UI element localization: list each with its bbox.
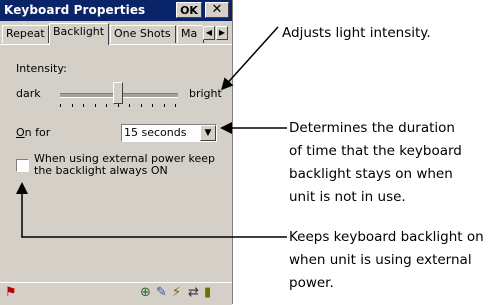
on-for-selected-value: 15 seconds [124,126,187,139]
slider-tick [175,104,176,107]
start-flag-icon[interactable]: ⚑ [5,286,17,300]
duration-annotation-line-3: backlight stays on when [289,166,453,182]
duration-annotation-line-1: Determines the duration [289,120,455,136]
on-for-label: On for [16,126,51,139]
duration-annotation-line-4: unit is not in use. [289,189,406,205]
external-annotation-line-3: power. [289,275,334,291]
intensity-label: Intensity: [16,62,67,75]
intensity-max-label: bright [189,87,222,100]
tab-repeat[interactable]: Repeat [2,25,49,43]
chevron-down-icon[interactable]: ▼ [200,125,216,141]
external-annotation-line-2: when unit is using external [289,252,472,268]
slider-tick [106,104,107,107]
slider-tick [83,104,84,107]
slider-tick [117,104,119,107]
close-button[interactable]: ✕ [205,2,229,18]
slider-tick [94,104,96,107]
slider-tick [129,104,130,107]
slider-tick [152,104,153,107]
tab-scroll-left-icon[interactable]: ◀ [203,26,215,40]
on-for-dropdown[interactable]: 15 seconds ▼ [121,124,217,142]
tab-scroll-right-icon[interactable]: ▶ [216,26,228,40]
intensity-min-label: dark [16,87,41,100]
duration-annotation-line-2: of time that the keyboard [289,143,462,159]
tab-one-shots[interactable]: One Shots [110,25,176,43]
power-icon[interactable]: ⚡ [172,286,181,300]
tab-backlight[interactable]: Backlight [49,23,109,45]
title-bar: Keyboard Properties OK ✕ [0,0,232,21]
slider-tick [71,104,73,107]
slider-tick [140,104,142,107]
network-icon[interactable]: ⊕ [140,286,151,300]
window-title: Keyboard Properties [4,3,146,17]
intensity-slider-ticks [60,104,180,108]
keyboard-properties-window: Keyboard Properties OK ✕ Repeat Backligh… [0,0,233,305]
intensity-annotation: Adjusts light intensity. [282,25,431,41]
input-icon[interactable]: ✎ [156,286,167,300]
taskbar: ⚑ ⊕ ✎ ⚡ ⇄ ▮ [0,282,232,305]
slider-tick [163,104,165,107]
tab-more[interactable]: Ma [177,25,204,43]
slider-tick [60,104,61,107]
ok-button[interactable]: OK [176,2,202,18]
external-annotation-line-1: Keeps keyboard backlight on [289,229,484,245]
tab-strip: Repeat Backlight One Shots Ma ◀ ▶ [0,21,232,45]
external-power-label: When using external power keep the backl… [34,152,216,177]
sync-icon[interactable]: ⇄ [188,286,199,300]
battery-icon[interactable]: ▮ [204,286,211,300]
external-power-checkbox[interactable] [16,159,29,172]
intensity-slider-thumb[interactable] [112,82,123,104]
